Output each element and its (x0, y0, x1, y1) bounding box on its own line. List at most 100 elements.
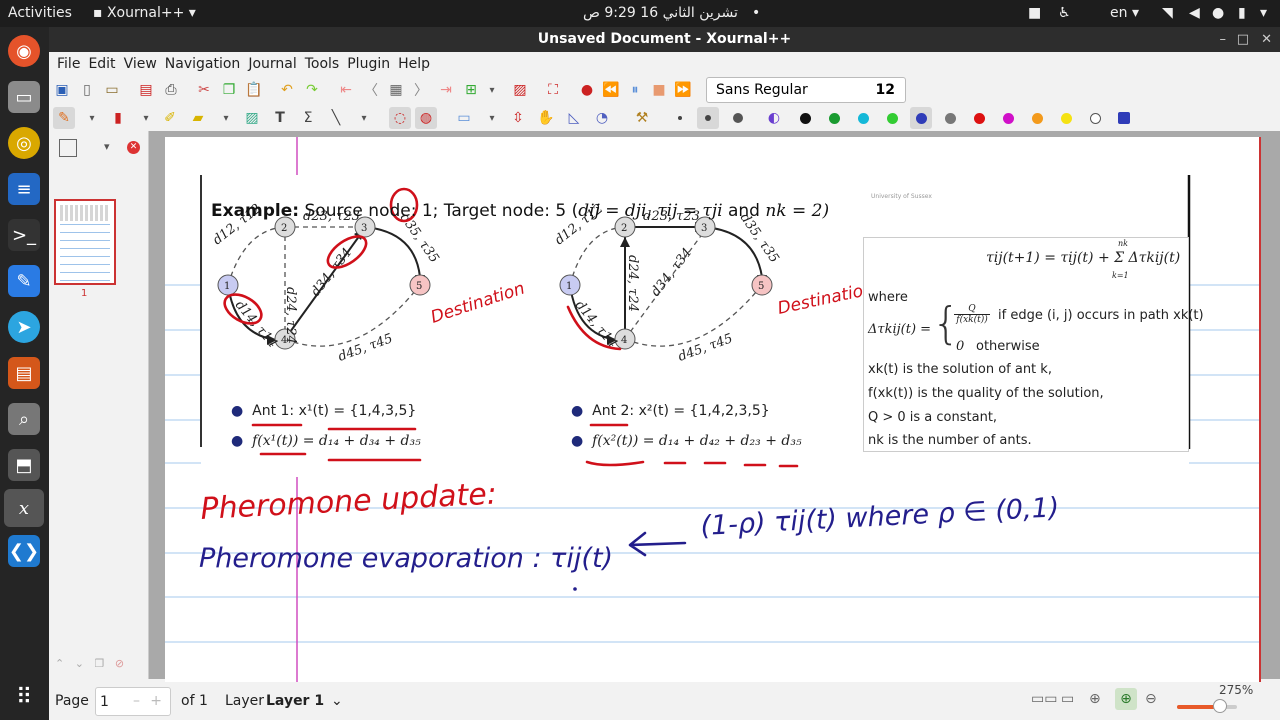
color-swatch[interactable] (823, 107, 845, 129)
rhythmbox-icon[interactable]: ◎ (8, 127, 40, 159)
insert-page-dropdown-icon[interactable]: ▾ (481, 79, 503, 101)
menu-view[interactable]: View (120, 56, 161, 72)
pen-tool-icon[interactable]: ✎ (53, 107, 75, 129)
color-swatch[interactable] (1113, 107, 1135, 129)
microphone-icon[interactable]: ● (1212, 5, 1224, 21)
menu-journal[interactable]: Journal (244, 56, 300, 72)
search-app-icon[interactable]: ⌕ (8, 403, 40, 435)
select-dropdown-icon[interactable]: ▾ (481, 107, 503, 129)
line-tool-icon[interactable]: ╲ (325, 107, 347, 129)
color-swatch[interactable] (968, 107, 990, 129)
eraser-options-dropdown-icon[interactable]: ▾ (135, 107, 157, 129)
maximize-button[interactable]: □ (1237, 27, 1249, 52)
eraser-tool-icon[interactable]: ▮ (107, 107, 129, 129)
compass-icon[interactable]: ◔ (591, 107, 613, 129)
delete-page-icon[interactable]: ▨ (509, 79, 531, 101)
vscode-icon[interactable]: ❮❯ (8, 535, 40, 567)
close-sidebar-icon[interactable]: ✕ (127, 141, 140, 154)
cut-icon[interactable]: ✂ (193, 79, 215, 101)
terminal-icon[interactable]: >_ (8, 219, 40, 251)
select-object-icon[interactable]: ◍ (415, 107, 437, 129)
undo-icon[interactable]: ↶ (276, 79, 298, 101)
presentation-mode-icon[interactable]: ▭ (1061, 691, 1074, 707)
menu-navigation[interactable]: Navigation (161, 56, 245, 72)
insert-page-icon[interactable]: ⊞ (460, 79, 482, 101)
first-page-icon[interactable]: ⇤ (335, 79, 357, 101)
color-swatch[interactable] (1055, 107, 1077, 129)
sidebar-layout-icon[interactable] (59, 139, 77, 157)
layer-dropdown-icon[interactable]: ⌄ (331, 693, 343, 709)
menu-help[interactable]: Help (394, 56, 434, 72)
activities-button[interactable]: Activities (8, 5, 72, 21)
accessibility-icon[interactable]: ♿ (1058, 5, 1071, 21)
screen-record-icon[interactable]: ■ (1028, 5, 1041, 21)
zoom-fit-icon[interactable]: ⊕ (1089, 691, 1101, 707)
delete-page-sidebar-icon[interactable]: ⊘ (115, 657, 124, 670)
save-icon[interactable]: ▣ (51, 79, 73, 101)
page-increment-icon[interactable]: + (150, 693, 162, 709)
color-swatch[interactable] (1026, 107, 1048, 129)
color-swatch[interactable] (794, 107, 816, 129)
zoom-out-icon[interactable]: ⊖ (1145, 691, 1157, 707)
open-folder-icon[interactable]: ▭ (101, 79, 123, 101)
record-icon[interactable]: ● (576, 79, 598, 101)
highlighter-tool-icon[interactable]: ✐ (159, 107, 181, 129)
page-decrement-icon[interactable]: – (133, 693, 140, 709)
print-icon[interactable]: ⎙ (160, 79, 182, 101)
color-swatch[interactable] (881, 107, 903, 129)
paste-icon[interactable]: 📋 (243, 79, 265, 101)
writer-icon[interactable]: ≡ (8, 173, 40, 205)
system-menu-chevron-icon[interactable]: ▾ (1260, 5, 1267, 21)
firefox-icon[interactable]: ◉ (8, 35, 40, 67)
sidebar-dropdown-icon[interactable]: ▾ (104, 140, 110, 153)
scanner-icon[interactable]: ⬒ (8, 449, 40, 481)
menu-edit[interactable]: Edit (84, 56, 119, 72)
layer-selector[interactable]: Layer 1 (266, 693, 324, 709)
minimize-button[interactable]: – (1220, 27, 1227, 52)
image-tool-icon[interactable]: ▨ (241, 107, 263, 129)
wifi-icon[interactable]: ◥ (1162, 5, 1173, 21)
thick-stroke-icon[interactable] (727, 107, 749, 129)
color-swatch[interactable] (852, 107, 874, 129)
text-editor-icon[interactable]: ✎ (8, 265, 40, 297)
page-thumbnail[interactable] (54, 199, 116, 285)
close-window-button[interactable]: ✕ (1261, 27, 1272, 52)
next-page-icon[interactable]: 〉 (410, 79, 432, 101)
shape-dropdown-icon[interactable]: ▾ (353, 107, 375, 129)
zoom-in-icon[interactable]: ⊕ (1115, 688, 1137, 710)
fill-icon[interactable]: ◐ (763, 107, 785, 129)
highlighter-dropdown-icon[interactable]: ▾ (215, 107, 237, 129)
page-number-input[interactable]: 1 – + (95, 687, 171, 716)
hand-tool-icon[interactable]: ✋ (535, 107, 557, 129)
color-swatch[interactable] (997, 107, 1019, 129)
language-indicator[interactable]: en ▾ (1110, 5, 1139, 21)
menu-tools[interactable]: Tools (301, 56, 344, 72)
zoom-slider[interactable] (1177, 699, 1237, 713)
menu-plugin[interactable]: Plugin (343, 56, 394, 72)
last-page-icon[interactable]: ⇥ (435, 79, 457, 101)
copy-page-icon[interactable]: ❐ (94, 657, 104, 670)
vertical-space-icon[interactable]: ⇳ (507, 107, 529, 129)
redo-icon[interactable]: ↷ (301, 79, 323, 101)
show-apps-grid-icon[interactable]: ⠿ (8, 681, 40, 713)
text-tool-icon[interactable]: T (269, 107, 291, 129)
export-pdf-icon[interactable]: ▤ (135, 79, 157, 101)
rewind-icon[interactable]: ⏪ (600, 79, 622, 101)
color-swatch[interactable] (1084, 107, 1106, 129)
copy-icon[interactable]: ❐ (218, 79, 240, 101)
move-down-icon[interactable]: ⌄ (75, 657, 84, 670)
thin-stroke-icon[interactable] (669, 107, 691, 129)
move-up-icon[interactable]: ⌃ (55, 657, 64, 670)
font-selector[interactable]: Sans Regular 12 (706, 77, 906, 103)
pen-options-dropdown-icon[interactable]: ▾ (81, 107, 103, 129)
fast-forward-icon[interactable]: ⏩ (672, 79, 694, 101)
presentation-icon[interactable]: ▤ (8, 357, 40, 389)
color-swatch[interactable] (939, 107, 961, 129)
telegram-icon[interactable]: ➤ (8, 311, 40, 343)
highlighter-options-icon[interactable]: ▰ (187, 107, 209, 129)
latex-tool-icon[interactable]: Σ (297, 107, 319, 129)
clock[interactable]: تشرين الثاني 16 9:29 ص (583, 5, 738, 21)
xournal-dock-icon[interactable]: x (4, 489, 44, 527)
goto-page-icon[interactable]: ▦ (385, 79, 407, 101)
new-document-icon[interactable]: ▯ (76, 79, 98, 101)
